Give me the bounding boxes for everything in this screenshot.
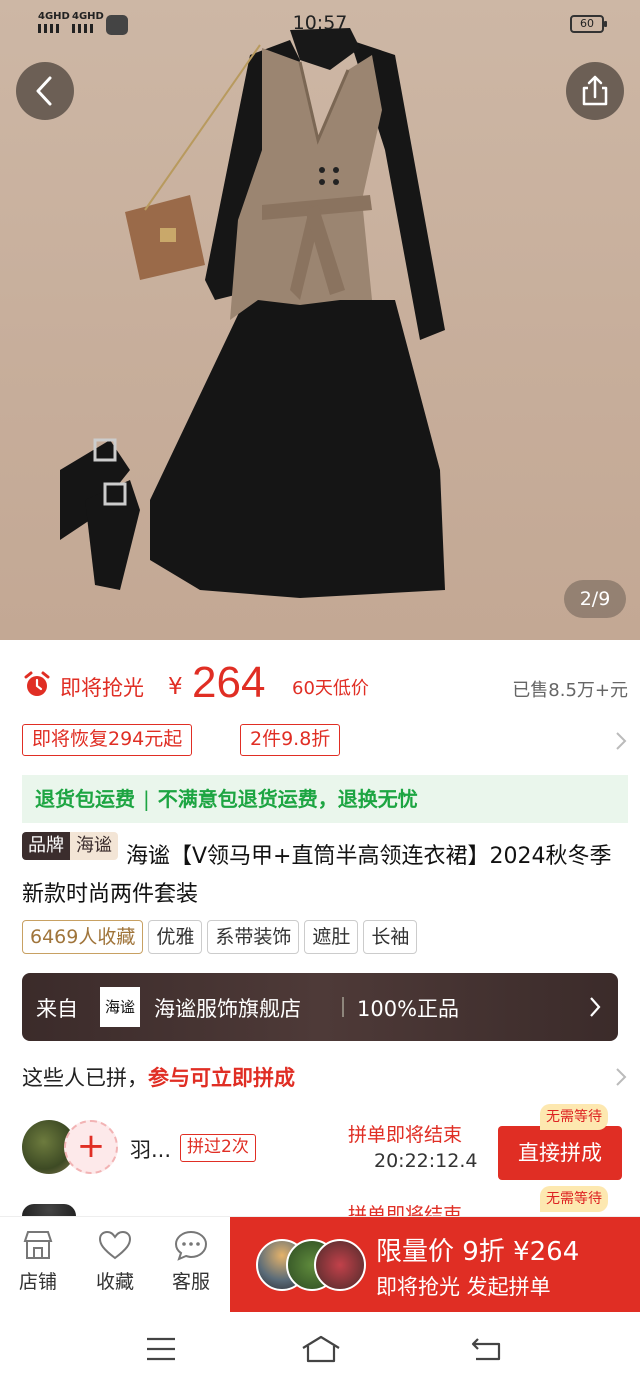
limited-price-label: 限量价 9折 ¥264 — [376, 1237, 580, 1267]
feature-tag: 优雅 — [148, 920, 203, 954]
store-icon — [23, 1231, 53, 1259]
return-policy-text: 不满意包退货运费，退换无忧 — [157, 787, 418, 811]
feature-tag: 系带装饰 — [207, 920, 300, 954]
alarm-clock-icon — [24, 671, 50, 696]
genuine-guarantee: 100%正品 — [357, 997, 460, 1021]
countdown-timer: 20:22:12.4 — [374, 1150, 478, 1172]
avatar — [22, 1204, 76, 1216]
return-policy-banner: 退货包运费 | 不满意包退货运费，退换无忧 — [22, 775, 628, 823]
start-group-buy-button[interactable]: 限量价 9折 ¥264 即将抢光 发起拼单 — [230, 1217, 640, 1313]
low-price-tag: 60天低价 — [292, 678, 369, 699]
store-logo: 海谧 — [100, 987, 140, 1027]
group-buy-header[interactable]: 这些人已拼，参与可立即拼成 — [22, 1062, 628, 1092]
store-tab[interactable]: 店铺 — [6, 1229, 70, 1294]
chevron-right-icon — [616, 732, 627, 750]
status-bar: 4GHD 4GHD 10:57 60 — [0, 0, 640, 48]
group-count-badge: 拼过2次 — [180, 1134, 256, 1162]
feature-tag: 遮肚 — [304, 920, 359, 954]
store-name: 海谧服饰旗舰店 — [154, 997, 301, 1021]
chevron-right-icon — [590, 997, 601, 1017]
plus-icon[interactable]: + — [64, 1120, 118, 1174]
battery-icon: 60 — [570, 15, 607, 33]
clock: 10:57 — [292, 12, 348, 34]
home-icon[interactable] — [300, 1334, 342, 1364]
product-photo — [60, 28, 445, 598]
flash-sale-label: 即将抢光 — [60, 676, 144, 700]
group-buy-heading: 这些人已拼， — [22, 1066, 148, 1090]
product-title-block: 品牌 海谧 海谧【V领马甲+直筒半高领连衣裙】2024秋冬季新款时尚两件套装 — [22, 832, 628, 914]
brand-badge[interactable]: 品牌 海谧 — [22, 832, 118, 860]
favorite-tab[interactable]: 收藏 — [83, 1229, 147, 1294]
promo-row[interactable]: 即将恢复294元起 2件9.8折 — [22, 724, 628, 758]
return-policy-text: 退货包运费 — [35, 787, 135, 811]
store-tab-label: 店铺 — [18, 1271, 57, 1293]
store-from-label: 来自 — [36, 997, 78, 1021]
back-nav-icon[interactable] — [470, 1334, 504, 1364]
promo-tag: 2件9.8折 — [240, 724, 341, 756]
customer-service-label: 客服 — [171, 1271, 210, 1293]
price: 264 — [192, 658, 266, 707]
menu-icon[interactable] — [144, 1334, 178, 1364]
divider — [342, 997, 344, 1017]
group-status: 拼单即将结束 — [348, 1124, 463, 1146]
avatar — [314, 1239, 366, 1291]
group-status: 拼单即将结束 — [348, 1204, 463, 1216]
bottom-action-bar: 店铺 收藏 客服 限量价 9折 ¥264 即将抢光 发起拼单 — [0, 1216, 640, 1313]
no-wait-badge: 无需等待 — [540, 1186, 608, 1212]
favorite-tab-label: 收藏 — [95, 1271, 134, 1293]
chat-icon — [174, 1230, 208, 1261]
share-icon — [582, 75, 608, 106]
promo-tag: 即将恢复294元起 — [22, 724, 193, 756]
heart-icon — [98, 1230, 132, 1260]
price-row: 即将抢光 ¥ 264 60天低价 已售8.5万+元 — [22, 658, 628, 710]
product-tags: 6469人收藏 优雅 系带装饰 遮肚 长袖 — [22, 920, 422, 954]
group-buy-row: + 羽... 拼过2次 拼单即将结束 20:22:12.4 直接拼成 无需等待 — [22, 1104, 628, 1180]
feature-tag: 长袖 — [363, 920, 418, 954]
group-leader-name: 羽... — [130, 1138, 172, 1162]
favorites-count-tag: 6469人收藏 — [22, 920, 144, 954]
sold-count: 已售8.5万+元 — [512, 680, 628, 701]
group-buy-highlight: 参与可立即拼成 — [148, 1066, 295, 1090]
start-group-label: 即将抢光 发起拼单 — [376, 1275, 551, 1299]
system-navigation-bar — [0, 1312, 640, 1387]
buyer-avatars — [256, 1239, 366, 1291]
currency-symbol: ¥ — [168, 674, 183, 700]
store-banner[interactable]: 来自 海谧 海谧服饰旗舰店 100%正品 — [22, 973, 618, 1041]
join-group-button[interactable]: 直接拼成 — [498, 1126, 622, 1180]
share-button[interactable] — [566, 62, 624, 120]
image-counter: 2/9 — [564, 580, 626, 618]
chevron-left-icon — [36, 76, 52, 106]
customer-service-tab[interactable]: 客服 — [159, 1229, 223, 1294]
no-wait-badge: 无需等待 — [540, 1104, 608, 1130]
separator: | — [143, 787, 150, 811]
back-button[interactable] — [16, 62, 74, 120]
brand-name: 海谧 — [70, 832, 118, 860]
group-buy-row: 拼单即将结束 无需等待 — [22, 1186, 628, 1216]
product-image-gallery[interactable]: 4GHD 4GHD 10:57 60 2/9 — [0, 0, 640, 640]
brand-label: 品牌 — [22, 832, 70, 860]
chevron-right-icon — [616, 1068, 627, 1086]
